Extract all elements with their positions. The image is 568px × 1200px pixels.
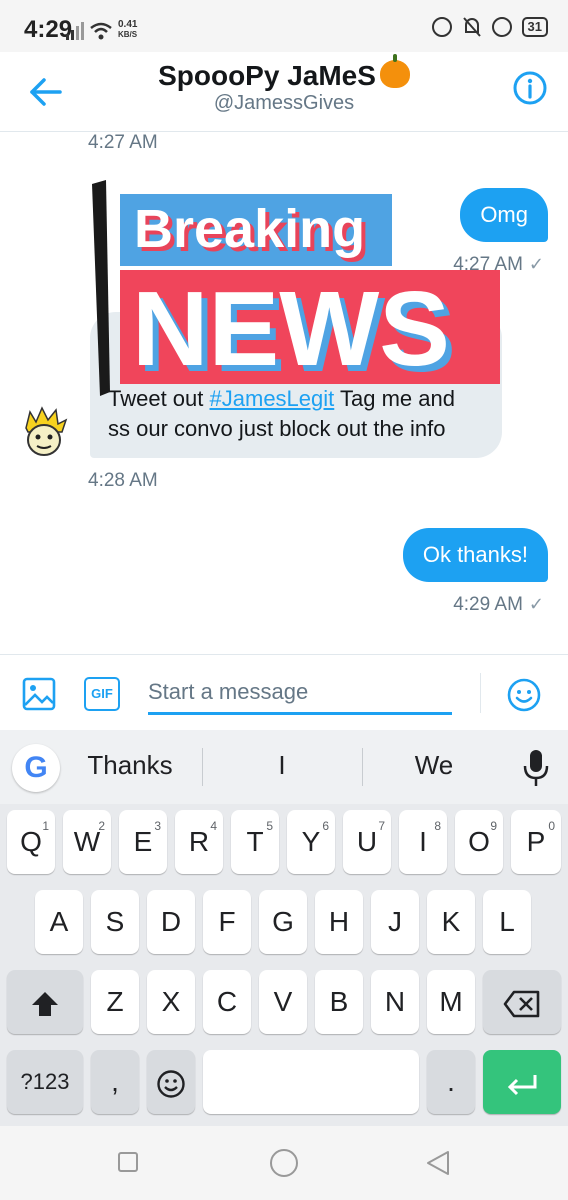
message-input[interactable] (148, 671, 452, 715)
microphone-icon[interactable] (522, 748, 550, 788)
system-nav-bar (0, 1126, 568, 1200)
backspace-icon (503, 990, 540, 1017)
shift-icon (32, 991, 58, 1016)
emoji-key[interactable] (147, 1050, 195, 1114)
mute-bell-icon (462, 17, 481, 37)
comma-key[interactable]: , (91, 1050, 139, 1114)
data-saver-icon (431, 17, 452, 37)
message-line: ss our convo just block out the info (108, 416, 446, 441)
recents-icon[interactable] (117, 1151, 139, 1173)
lock-rotation-icon (491, 17, 512, 37)
space-key[interactable] (203, 1050, 419, 1114)
key-h[interactable]: H (315, 890, 363, 954)
shift-key[interactable] (7, 970, 83, 1034)
key-i[interactable]: 8I (399, 810, 447, 874)
image-icon[interactable] (22, 677, 56, 711)
network-indicators: 0.41 KB/S (66, 16, 137, 40)
status-time: 4:29 (24, 16, 73, 43)
key-r[interactable]: 4R (175, 810, 223, 874)
key-w[interactable]: 2W (63, 810, 111, 874)
key-d[interactable]: D (147, 890, 195, 954)
key-f[interactable]: F (203, 890, 251, 954)
key-v[interactable]: V (259, 970, 307, 1034)
status-icons: 31 (431, 16, 548, 38)
wifi-icon (90, 22, 112, 40)
contact-handle: @JamessGives (213, 92, 355, 114)
divider (480, 673, 481, 713)
symbols-key[interactable]: ?123 (7, 1050, 83, 1114)
pumpkin-emoji-icon (379, 54, 410, 88)
divider (362, 748, 363, 786)
contact-name: SpoooPy JaMeS (158, 60, 376, 91)
sent-check-icon: ✓ (528, 254, 544, 274)
divider (202, 748, 203, 786)
key-l[interactable]: L (483, 890, 531, 954)
key-b[interactable]: B (315, 970, 363, 1034)
net-speed: 0.41 KB/S (118, 19, 138, 40)
key-n[interactable]: N (371, 970, 419, 1034)
conversation-header: SpoooPy JaMeS @JamessGives (0, 52, 568, 132)
google-icon[interactable]: G (12, 744, 60, 792)
back-nav-icon[interactable] (426, 1150, 450, 1176)
backspace-key[interactable] (483, 970, 561, 1034)
gif-button[interactable]: GIF (84, 677, 120, 711)
period-key[interactable]: . (427, 1050, 475, 1114)
suggestion-item[interactable]: We (374, 750, 494, 781)
emoji-icon (157, 1069, 185, 1098)
message-composer: GIF (0, 654, 568, 730)
key-u[interactable]: 7U (343, 810, 391, 874)
status-bar: 4:29 0.41 KB/S 31 (0, 0, 568, 52)
key-c[interactable]: C (203, 970, 251, 1034)
suggestion-item[interactable]: I (222, 750, 342, 781)
keyboard: G Thanks I We 1Q 2W 3E 4R 5T 6Y 7U 8I 9O… (0, 730, 568, 1126)
signal-icon (66, 22, 84, 40)
timestamp: 4:27 AM (88, 132, 158, 153)
enter-key[interactable] (483, 1050, 561, 1114)
info-icon[interactable] (512, 70, 548, 106)
sent-check-icon: ✓ (528, 594, 544, 614)
key-p[interactable]: 0P (511, 810, 561, 874)
enter-icon (507, 1074, 537, 1095)
key-m[interactable]: M (427, 970, 475, 1034)
key-g[interactable]: G (259, 890, 307, 954)
message-timestamp: 4:29 AM ✓ (453, 594, 544, 615)
breaking-text: Breaking (134, 199, 365, 259)
key-e[interactable]: 3E (119, 810, 167, 874)
key-j[interactable]: J (371, 890, 419, 954)
message-timestamp: 4:28 AM (88, 470, 158, 491)
suggestion-item[interactable]: Thanks (70, 750, 190, 781)
key-k[interactable]: K (427, 890, 475, 954)
key-z[interactable]: Z (91, 970, 139, 1034)
emoji-icon[interactable] (506, 677, 542, 713)
outgoing-message[interactable]: Ok thanks! (402, 528, 548, 582)
battery-indicator: 31 (521, 17, 548, 37)
avatar[interactable] (22, 406, 68, 458)
key-t[interactable]: 5T (231, 810, 279, 874)
home-icon[interactable] (269, 1148, 299, 1178)
breaking-news-overlay: Breaking Breaking NEWS NEWS (92, 180, 500, 396)
suggestion-bar: G Thanks I We (0, 730, 568, 804)
news-text: NEWS (132, 270, 450, 388)
key-y[interactable]: 6Y (287, 810, 335, 874)
key-a[interactable]: A (35, 890, 83, 954)
contact-name-row[interactable]: SpoooPy JaMeS (0, 54, 568, 92)
key-s[interactable]: S (91, 890, 139, 954)
key-q[interactable]: 1Q (7, 810, 55, 874)
key-x[interactable]: X (147, 970, 195, 1034)
key-o[interactable]: 9O (455, 810, 503, 874)
